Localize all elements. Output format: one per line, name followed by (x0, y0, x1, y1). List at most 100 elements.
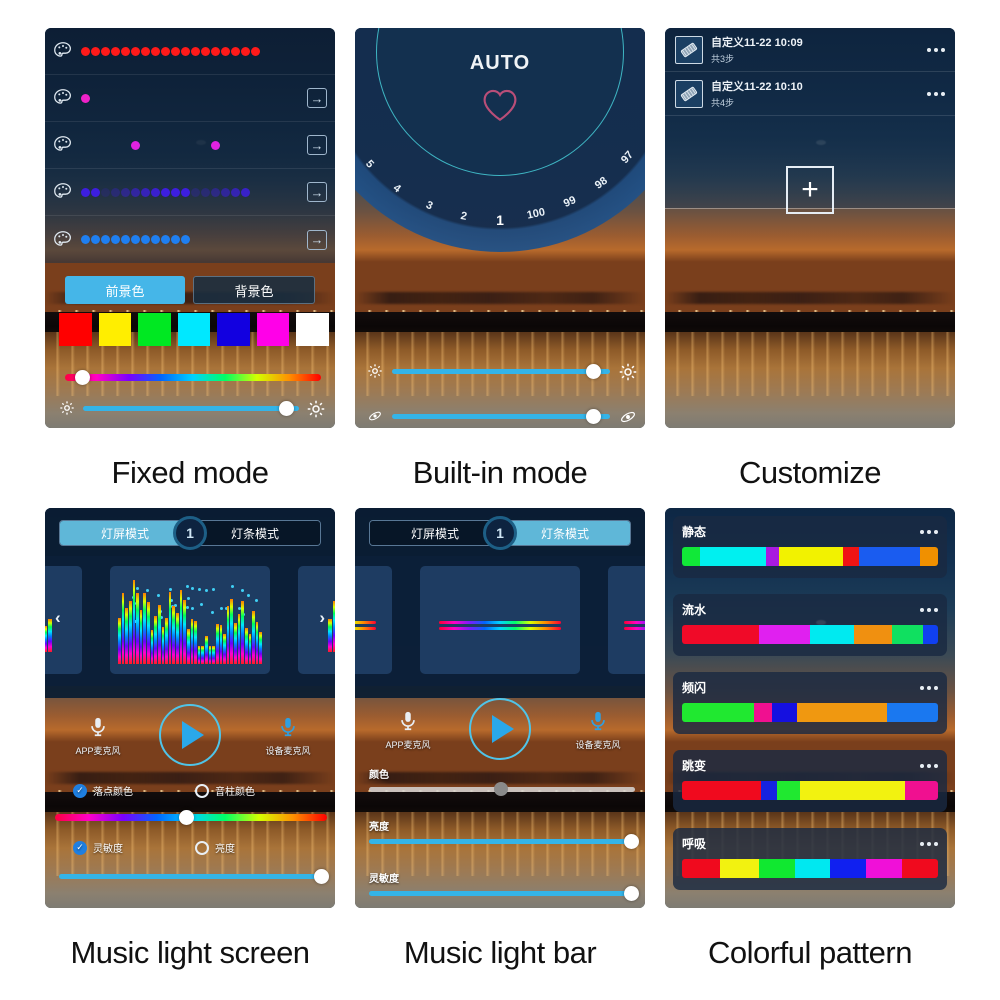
color-swatch[interactable] (217, 313, 250, 346)
speed-slider-knob[interactable] (586, 409, 601, 424)
color-swatch[interactable] (99, 313, 132, 346)
pattern-segment (887, 703, 938, 722)
fixed-row[interactable]: → (45, 216, 335, 263)
customize-screen: 自定义11-22 10:09 共3步 自定义11-22 10:10 共4步 + (665, 28, 955, 428)
more-dots-icon[interactable] (927, 48, 945, 52)
pattern-card[interactable]: 跳变 (673, 750, 947, 812)
tab-background-color[interactable]: 背景色 (193, 276, 315, 304)
pattern-color-bar[interactable] (682, 781, 938, 800)
mode-count-badge[interactable]: 1 (483, 516, 517, 550)
radio-drop-color[interactable]: ✓ 落点颜色 (73, 783, 195, 798)
color-swatch[interactable] (296, 313, 329, 346)
list-item[interactable]: 自定义11-22 10:10 共4步 (665, 72, 955, 116)
pattern-card[interactable]: 流水 (673, 594, 947, 656)
pattern-color-bar[interactable] (682, 625, 938, 644)
more-dots-icon[interactable] (920, 764, 938, 768)
hue-slider-knob[interactable] (179, 810, 194, 825)
carousel-card-next[interactable] (298, 566, 335, 674)
row-arrow-button[interactable]: → (307, 230, 327, 250)
row-arrow-button[interactable]: → (307, 88, 327, 108)
list-item[interactable]: 自定义11-22 10:09 共3步 (665, 28, 955, 72)
led-dot (181, 47, 190, 56)
sensitivity-slider[interactable] (369, 891, 635, 896)
eq-bar (143, 593, 146, 664)
led-dot (121, 188, 130, 197)
fixed-row[interactable]: → (45, 75, 335, 122)
mic-app[interactable]: APP麦克风 (379, 706, 437, 751)
mode-count-badge[interactable]: 1 (173, 516, 207, 550)
brightness-slider[interactable] (59, 398, 323, 418)
color-swatch[interactable] (138, 313, 171, 346)
add-custom-button[interactable]: + (786, 166, 834, 214)
carousel-card-prev[interactable] (355, 566, 392, 674)
led-dot (91, 188, 100, 197)
pattern-segment (797, 703, 887, 722)
brightness-slider-knob[interactable] (624, 834, 639, 849)
speed-slider[interactable] (367, 406, 635, 426)
music-light-bar-screen: 灯屏模式 灯条模式 1 APP麦克风 设备麦克风 颜色 亮度 灵敏度 (355, 508, 645, 908)
color-swatch[interactable] (59, 313, 92, 346)
color-swatch[interactable] (257, 313, 290, 346)
tab-light-screen-mode[interactable]: 灯屏模式 (370, 521, 500, 545)
eq-bar (125, 608, 128, 664)
more-dots-icon[interactable] (920, 608, 938, 612)
row-arrow-button[interactable]: → (307, 135, 327, 155)
play-button[interactable] (159, 704, 221, 766)
pattern-name: 呼吸 (682, 835, 706, 852)
fixed-row[interactable] (45, 28, 335, 75)
pattern-color-bar[interactable] (682, 547, 938, 566)
pattern-card[interactable]: 静态 (673, 516, 947, 578)
tab-light-bar-mode[interactable]: 灯条模式 (500, 521, 630, 545)
pattern-card[interactable]: 呼吸 (673, 828, 947, 890)
eq-bar (252, 611, 255, 664)
pattern-color-bar[interactable] (682, 859, 938, 878)
radio-brightness[interactable]: 亮度 (195, 840, 317, 855)
eq-bar (209, 646, 212, 664)
caption-fixed-mode: Fixed mode (35, 438, 345, 508)
mic-device[interactable]: 设备麦克风 (569, 706, 627, 751)
fixed-row[interactable]: → (45, 169, 335, 216)
carousel-card-prev[interactable] (45, 566, 82, 674)
pattern-segment (700, 547, 767, 566)
mic-device[interactable]: 设备麦克风 (259, 712, 317, 757)
hue-slider[interactable] (55, 808, 327, 826)
hue-slider[interactable] (65, 368, 321, 386)
mode-dial[interactable]: AUTO 97 98 99 100 1 2 3 4 5 (355, 28, 645, 252)
more-dots-icon[interactable] (920, 686, 938, 690)
brightness-slider-knob[interactable] (586, 364, 601, 379)
hue-slider-knob[interactable] (75, 370, 90, 385)
color-swatch[interactable] (178, 313, 211, 346)
brightness-slider[interactable] (367, 361, 635, 381)
radio-column-color[interactable]: 音柱颜色 (195, 783, 317, 798)
dial-tick-1[interactable]: 1 (496, 212, 504, 228)
play-button[interactable] (469, 698, 531, 760)
fixed-row[interactable]: → (45, 122, 335, 169)
tab-light-bar-mode[interactable]: 灯条模式 (190, 521, 320, 545)
brightness-slider[interactable] (369, 839, 635, 844)
color-slider-knob[interactable] (494, 782, 508, 796)
value-slider-knob[interactable] (314, 869, 329, 884)
carousel-card-next[interactable] (608, 566, 645, 674)
carousel-prev-icon[interactable]: ‹ (55, 608, 61, 628)
pattern-segment (843, 547, 858, 566)
radio-sensitivity[interactable]: ✓ 灵敏度 (73, 840, 195, 855)
carousel-next-icon[interactable]: › (319, 608, 325, 628)
tab-light-screen-mode[interactable]: 灯屏模式 (60, 521, 190, 545)
more-dots-icon[interactable] (927, 92, 945, 96)
sensitivity-slider-knob[interactable] (624, 886, 639, 901)
color-slider[interactable] (369, 787, 635, 792)
row-arrow-button[interactable]: → (307, 182, 327, 202)
mic-app[interactable]: APP麦克风 (69, 712, 127, 757)
sun-large-icon (307, 400, 323, 416)
tab-foreground-color[interactable]: 前景色 (65, 276, 185, 304)
carousel-card-current[interactable] (110, 566, 270, 674)
carousel-card-current[interactable] (420, 566, 580, 674)
more-dots-icon[interactable] (920, 842, 938, 846)
pattern-color-bar[interactable] (682, 703, 938, 722)
led-dot (121, 47, 130, 56)
pattern-card[interactable]: 频闪 (673, 672, 947, 734)
value-slider[interactable] (59, 874, 325, 879)
mic-app-label: APP麦克风 (379, 738, 437, 751)
more-dots-icon[interactable] (920, 530, 938, 534)
brightness-slider-knob[interactable] (279, 401, 294, 416)
